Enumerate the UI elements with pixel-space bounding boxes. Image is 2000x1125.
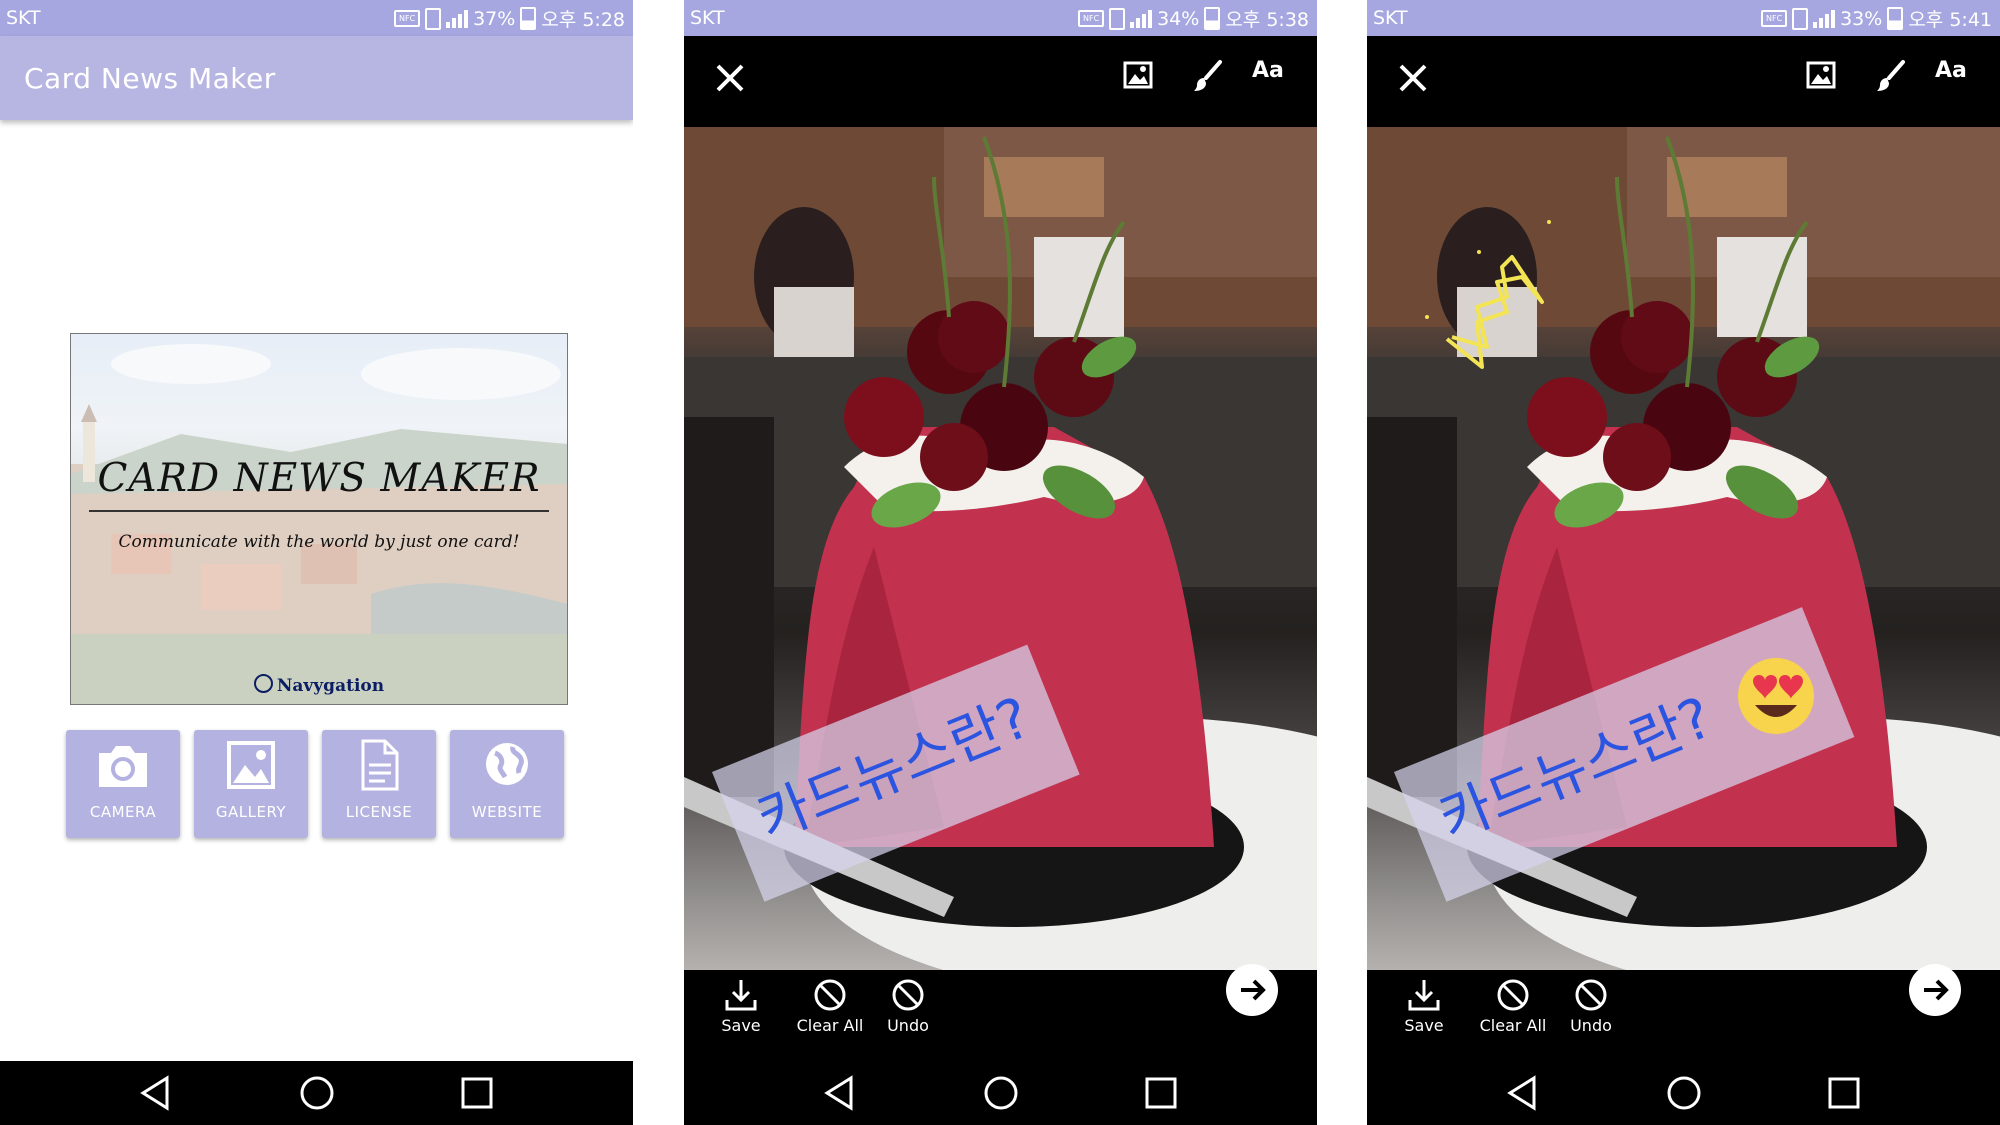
- save-label: Save: [1404, 1016, 1444, 1035]
- save-button[interactable]: Save: [1389, 976, 1459, 1035]
- brand-logo-icon: [253, 674, 273, 693]
- gallery-label: GALLERY: [215, 803, 287, 821]
- close-icon[interactable]: [1391, 56, 1435, 100]
- back-icon[interactable]: [819, 1072, 861, 1114]
- nfc-icon: NFC: [394, 10, 421, 27]
- block-icon: [1575, 979, 1607, 1011]
- download-icon: [725, 980, 757, 1011]
- image-icon[interactable]: [1801, 56, 1841, 96]
- license-label: LICENSE: [345, 803, 413, 821]
- brush-icon[interactable]: [1188, 56, 1228, 96]
- clock: 오후 5:41: [1908, 9, 1992, 31]
- next-arrow-icon[interactable]: [1226, 964, 1278, 1016]
- gallery-icon: [227, 741, 275, 789]
- next-arrow-icon[interactable]: [1909, 964, 1961, 1016]
- close-icon[interactable]: [708, 56, 752, 100]
- brush-icon[interactable]: [1871, 56, 1911, 96]
- vibrate-icon: [1109, 7, 1126, 30]
- system-nav-bar: [1367, 1061, 2000, 1125]
- block-icon: [892, 979, 924, 1011]
- home-icon[interactable]: [1663, 1072, 1705, 1114]
- carrier-label: SKT: [690, 7, 725, 29]
- home-icon[interactable]: [296, 1072, 338, 1114]
- carrier-label: SKT: [6, 7, 41, 29]
- app-bar: Card News Maker: [0, 36, 633, 120]
- system-nav-bar: [684, 1061, 1317, 1125]
- status-bar: SKT NFC 34% 오후 5:38: [684, 0, 1317, 36]
- editor-toolbar: Aa: [684, 36, 1317, 127]
- title-card: CARD NEWS MAKER Communicate with the wor…: [70, 333, 568, 705]
- globe-icon: [486, 743, 528, 785]
- battery-icon: [1887, 7, 1904, 30]
- battery-percent: 34%: [1157, 7, 1200, 30]
- card-subtitle: Communicate with the world by just one c…: [118, 532, 520, 552]
- nfc-icon: NFC: [1078, 10, 1105, 27]
- battery-percent: 37%: [473, 7, 516, 30]
- signal-icon: [1813, 9, 1836, 28]
- clock: 오후 5:28: [541, 9, 625, 31]
- camera-label: CAMERA: [89, 803, 157, 821]
- heart-eyes-emoji-icon[interactable]: [1735, 655, 1817, 737]
- brand-name: Navygation: [276, 676, 385, 696]
- clock: 오후 5:38: [1225, 9, 1309, 31]
- app-title: Card News Maker: [24, 62, 276, 95]
- text-tool-button[interactable]: Aa: [1252, 58, 1284, 83]
- camera-button[interactable]: CAMERA: [66, 730, 180, 838]
- gallery-button[interactable]: GALLERY: [194, 730, 308, 838]
- recent-apps-icon[interactable]: [456, 1072, 498, 1114]
- save-button[interactable]: Save: [706, 976, 776, 1035]
- block-icon: [1497, 979, 1529, 1011]
- home-screen: SKT NFC 37% 오후 5:28 Card News Maker CARD…: [0, 0, 633, 1125]
- vibrate-icon: [1792, 7, 1809, 30]
- undo-label: Undo: [1570, 1016, 1612, 1035]
- undo-button[interactable]: Undo: [873, 976, 943, 1035]
- editor-actions: Save Clear All Undo: [1367, 964, 2000, 1061]
- clear-all-button[interactable]: Clear All: [1468, 976, 1558, 1035]
- nfc-icon: NFC: [1761, 10, 1788, 27]
- status-bar: SKT NFC 33% 오후 5:41: [1367, 0, 2000, 36]
- carrier-label: SKT: [1373, 7, 1408, 29]
- card-brand: Navygation: [71, 674, 567, 696]
- clear-all-label: Clear All: [796, 1016, 864, 1035]
- website-label: WEBSITE: [471, 803, 543, 821]
- clear-all-label: Clear All: [1479, 1016, 1547, 1035]
- battery-percent: 33%: [1840, 7, 1883, 30]
- editor-screen-decorated: SKT NFC 33% 오후 5:41 Aa 카드뉴스란? Save Clear…: [1367, 0, 2000, 1125]
- recent-apps-icon[interactable]: [1823, 1072, 1865, 1114]
- text-tool-button[interactable]: Aa: [1935, 58, 1967, 83]
- back-icon[interactable]: [135, 1072, 177, 1114]
- status-bar: SKT NFC 37% 오후 5:28: [0, 0, 633, 36]
- signal-icon: [446, 9, 469, 28]
- clear-all-button[interactable]: Clear All: [785, 976, 875, 1035]
- recent-apps-icon[interactable]: [1140, 1072, 1182, 1114]
- editor-screen: SKT NFC 34% 오후 5:38 Aa 카드뉴스란? Save Clear…: [684, 0, 1317, 1125]
- card-title: CARD NEWS MAKER: [97, 456, 541, 501]
- license-button[interactable]: LICENSE: [322, 730, 436, 838]
- undo-button[interactable]: Undo: [1556, 976, 1626, 1035]
- editor-actions: Save Clear All Undo: [684, 964, 1317, 1061]
- download-icon: [1408, 980, 1440, 1011]
- card-overlay: [71, 334, 567, 704]
- document-icon: [361, 739, 399, 791]
- battery-icon: [520, 7, 537, 30]
- website-button[interactable]: WEBSITE: [450, 730, 564, 838]
- signal-icon: [1130, 9, 1153, 28]
- vibrate-icon: [425, 7, 442, 30]
- card-divider: [89, 510, 549, 512]
- save-label: Save: [721, 1016, 761, 1035]
- editor-toolbar: Aa: [1367, 36, 2000, 127]
- edit-canvas[interactable]: 카드뉴스란?: [684, 127, 1317, 970]
- battery-icon: [1204, 7, 1221, 30]
- image-icon[interactable]: [1118, 56, 1158, 96]
- system-nav-bar: [0, 1061, 633, 1125]
- home-icon[interactable]: [980, 1072, 1022, 1114]
- block-icon: [814, 979, 846, 1011]
- edit-canvas[interactable]: 카드뉴스란?: [1367, 127, 2000, 970]
- back-icon[interactable]: [1502, 1072, 1544, 1114]
- camera-icon: [99, 746, 147, 787]
- undo-label: Undo: [887, 1016, 929, 1035]
